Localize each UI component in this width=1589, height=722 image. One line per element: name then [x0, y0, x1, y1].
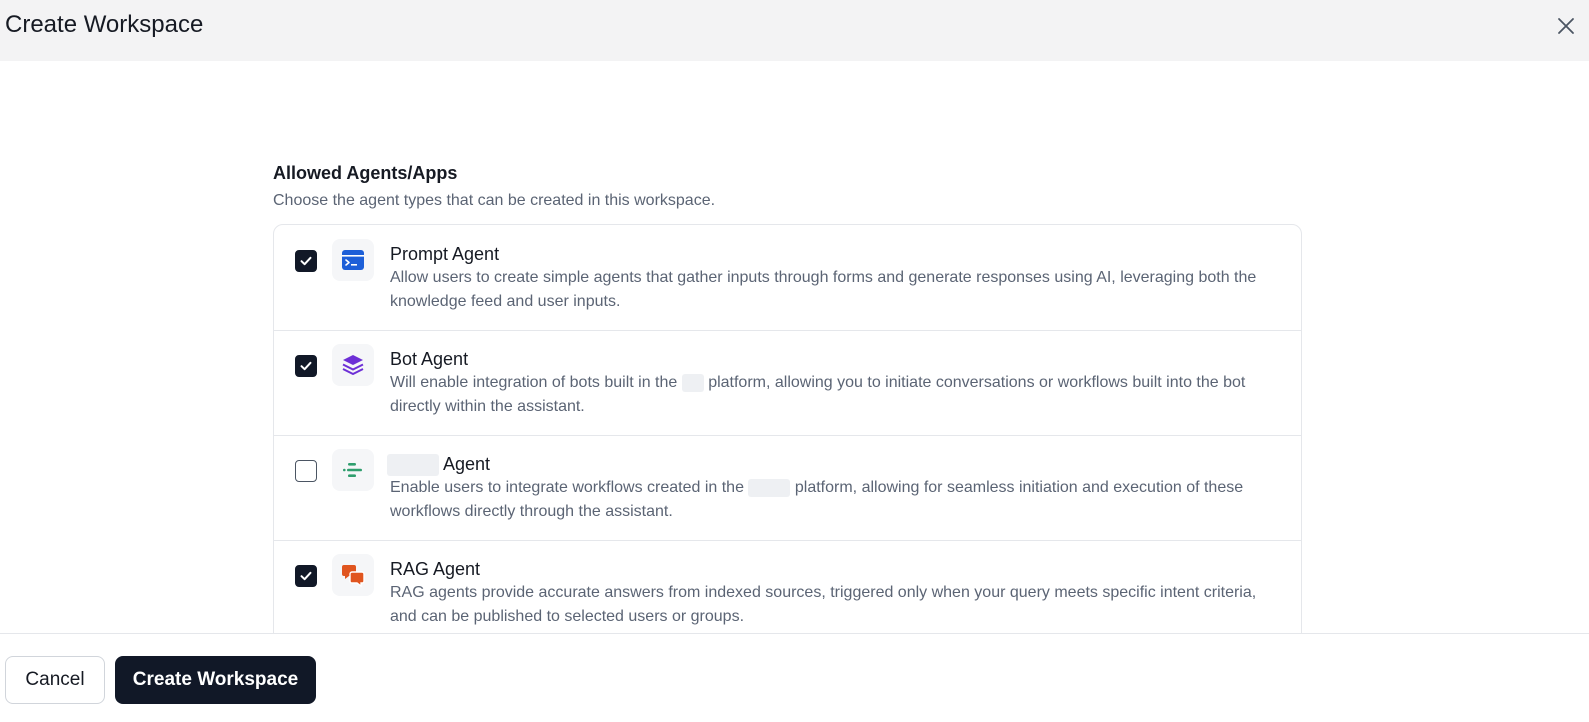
section-title: Allowed Agents/Apps — [273, 163, 458, 183]
workflow-agent-checkbox[interactable] — [295, 460, 317, 482]
section-subtitle: Choose the agent types that can be creat… — [273, 192, 716, 209]
agent-type-list: Prompt Agent Allow users to create simpl… — [273, 224, 1302, 633]
modal-footer: Cancel Create Workspace — [0, 633, 1589, 722]
agent-row-bot[interactable]: Bot Agent Will enable integration of bot… — [274, 330, 1301, 436]
modal-title: Create Workspace — [5, 11, 204, 38]
workflow-agent-name-text: Agent — [443, 454, 491, 474]
bot-agent-icon-tile — [332, 344, 374, 386]
rag-agent-description: RAG agents provide accurate answers from… — [390, 584, 1257, 625]
prompt-agent-icon-tile — [332, 239, 374, 281]
rag-agent-icon-tile — [332, 554, 374, 596]
workflow-agent-desc-before: Enable users to integrate workflows crea… — [390, 479, 744, 496]
agent-row-rag[interactable]: RAG Agent RAG agents provide accurate an… — [274, 540, 1301, 633]
rag-agent-name: RAG Agent — [390, 559, 481, 579]
agent-row-prompt[interactable]: Prompt Agent Allow users to create simpl… — [274, 225, 1301, 331]
workflow-agent-description: Enable users to integrate workflows crea… — [390, 476, 1280, 524]
workflow-agent-name: Agent — [387, 452, 491, 477]
checkmark-icon — [300, 256, 312, 266]
checkmark-icon — [300, 571, 312, 581]
checkmark-icon — [300, 361, 312, 371]
bot-agent-name: Bot Agent — [390, 349, 469, 369]
bot-agent-icon — [342, 355, 364, 375]
modal-body[interactable]: Allowed Agents/Apps Choose the agent typ… — [0, 61, 1589, 633]
bot-agent-description: Will enable integration of bots built in… — [390, 371, 1280, 419]
modal-header: Create Workspace — [0, 0, 1589, 61]
bot-agent-checkbox[interactable] — [295, 355, 317, 377]
prompt-agent-checkbox[interactable] — [295, 250, 317, 272]
close-icon — [1558, 18, 1574, 34]
bot-agent-desc-before: Will enable integration of bots built in… — [390, 374, 678, 391]
prompt-agent-description: Allow users to create simple agents that… — [390, 269, 1257, 310]
prompt-agent-icon — [342, 250, 364, 270]
workflow-agent-icon-tile — [332, 449, 374, 491]
create-workspace-button[interactable]: Create Workspace — [115, 656, 316, 704]
redacted-product-name — [387, 454, 439, 477]
rag-agent-checkbox[interactable] — [295, 565, 317, 587]
workflow-agent-icon — [343, 463, 362, 477]
redacted-platform-name — [681, 373, 704, 392]
close-button[interactable] — [1553, 13, 1579, 39]
rag-agent-icon — [342, 565, 365, 587]
prompt-agent-name: Prompt Agent — [390, 244, 500, 264]
redacted-platform-name — [748, 478, 791, 497]
agent-row-workflow[interactable]: Agent Enable users to integrate workflow… — [274, 435, 1301, 541]
cancel-button[interactable]: Cancel — [5, 656, 105, 704]
